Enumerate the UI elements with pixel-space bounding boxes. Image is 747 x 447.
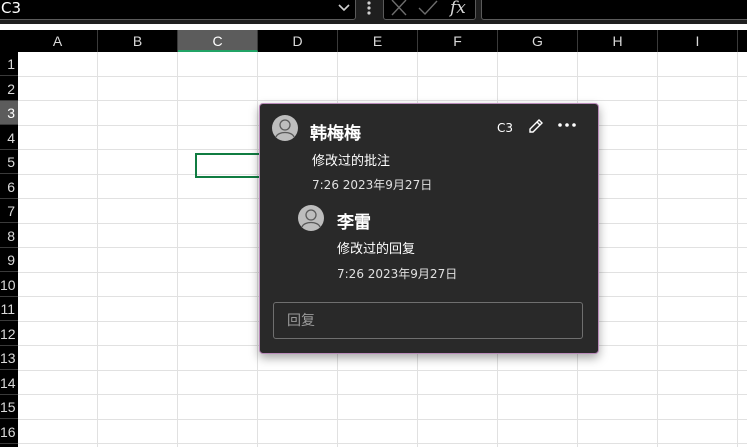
column-header-e[interactable]: E	[338, 30, 418, 52]
column-header-b[interactable]: B	[98, 30, 178, 52]
row-header-15[interactable]: 15	[0, 395, 18, 419]
row-header-5[interactable]: 5	[0, 150, 18, 174]
gridline-vertical	[257, 52, 258, 447]
reply-box[interactable]	[273, 302, 583, 339]
function-icon[interactable]: fx	[450, 0, 466, 19]
reply-timestamp: 7:26 2023年9月27日	[337, 267, 458, 281]
row-header-2[interactable]: 2	[0, 77, 18, 101]
column-header-c[interactable]: C	[178, 30, 258, 52]
edit-pencil-icon[interactable]	[527, 117, 545, 135]
column-header-g[interactable]: G	[498, 30, 578, 52]
column-header-bar: ABCDEFGHI	[0, 30, 747, 52]
comment-timestamp: 7:26 2023年9月27日	[312, 178, 433, 192]
row-header-14[interactable]: 14	[0, 371, 18, 395]
row-header-4[interactable]: 4	[0, 126, 18, 150]
reply-author: 李雷	[337, 213, 371, 233]
column-header-i[interactable]: I	[658, 30, 738, 52]
gridline-horizontal	[18, 418, 747, 420]
comment-cell-ref: C3	[497, 121, 514, 135]
gridline-horizontal	[18, 100, 747, 101]
column-header-a[interactable]: A	[18, 30, 98, 52]
row-header-7[interactable]: 7	[0, 199, 18, 223]
name-box[interactable]: C3	[0, 0, 356, 20]
gridline-vertical	[177, 52, 178, 447]
gridline-horizontal	[18, 75, 747, 77]
comment-author: 韩梅梅	[310, 124, 361, 144]
formula-tools: fx	[383, 0, 476, 20]
chevron-down-icon[interactable]	[337, 0, 351, 14]
comment-thread-card: 韩梅梅 C3 修改过的批注 7:26 2023年9月27日 李雷 修改过的回复 …	[259, 103, 599, 354]
row-header-13[interactable]: 13	[0, 346, 18, 370]
row-header-12[interactable]: 12	[0, 322, 18, 346]
close-icon[interactable]	[390, 0, 408, 16]
row-header-10[interactable]: 10	[0, 273, 18, 297]
row-header-9[interactable]: 9	[0, 248, 18, 272]
column-header-h[interactable]: H	[578, 30, 658, 52]
row-header-6[interactable]: 6	[0, 175, 18, 199]
user-icon	[299, 206, 323, 230]
column-header-f[interactable]: F	[418, 30, 498, 52]
column-header-d[interactable]: D	[258, 30, 338, 52]
formula-bar: C3 fx	[0, 0, 747, 24]
formula-input[interactable]	[481, 0, 747, 20]
row-header-8[interactable]: 8	[0, 224, 18, 248]
comment-text: 修改过的批注	[312, 154, 391, 169]
row-header-bar: 1 2 3 4 5 6 7 8 9 10 11 12 13 14 15 16	[0, 52, 18, 447]
more-options-icon[interactable]	[557, 116, 577, 134]
row-header-3[interactable]: 3	[0, 101, 18, 125]
reply-text: 修改过的回复	[337, 242, 416, 257]
gridline-horizontal	[18, 443, 747, 444]
reply-avatar	[298, 205, 324, 231]
gridline-vertical	[97, 52, 98, 447]
gridline-horizontal	[18, 369, 747, 371]
gridline-horizontal	[18, 394, 747, 395]
name-box-value: C3	[1, 0, 22, 17]
check-icon[interactable]	[418, 0, 438, 16]
row-header-1[interactable]: 1	[0, 52, 18, 76]
row-header-11[interactable]: 11	[0, 297, 18, 321]
row-header-16[interactable]: 16	[0, 420, 18, 444]
gridline-vertical	[657, 52, 658, 447]
gridline-vertical	[737, 52, 738, 447]
avatar	[272, 115, 298, 141]
user-icon	[273, 116, 297, 140]
more-vertical-icon[interactable]	[364, 0, 374, 18]
reply-input[interactable]	[274, 303, 582, 338]
